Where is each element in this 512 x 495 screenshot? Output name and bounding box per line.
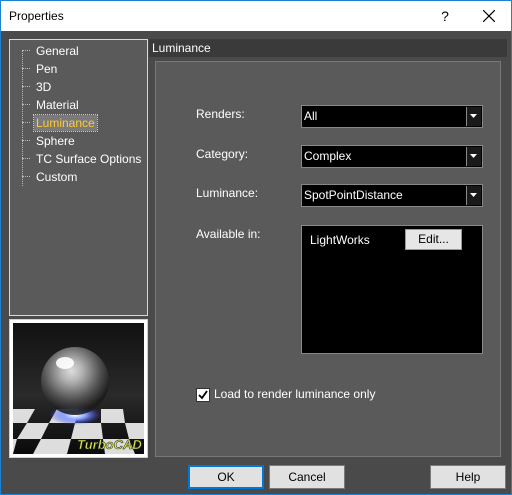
category-value: Complex [304,149,352,163]
material-preview: TurboCAD [9,319,148,458]
tree-connector [22,50,30,51]
tree-item-pen[interactable]: Pen [34,61,59,77]
property-tree: General Pen 3D Material Luminance Sphere… [9,39,148,316]
tree-connector [22,122,30,123]
tree-item-luminance[interactable]: Luminance [33,114,98,132]
renders-select[interactable]: All [301,105,483,128]
available-in-label: Available in: [196,227,261,241]
luminance-select[interactable]: SpotPointDistance [301,184,483,207]
help-button[interactable]: Help [430,465,506,489]
window-title: Properties [9,9,64,23]
tree-item-tc-surface-options[interactable]: TC Surface Options [34,151,143,167]
tree-item-custom[interactable]: Custom [34,169,79,185]
luminance-label: Luminance: [196,186,259,200]
dropdown-arrow-icon[interactable] [466,107,481,126]
checkmark-icon [198,390,208,400]
tree-connector [22,140,30,141]
tree-connector [22,50,24,186]
close-button[interactable] [469,1,509,31]
dropdown-arrow-icon[interactable] [466,147,481,166]
available-in-list[interactable]: LightWorks Edit... [301,225,483,354]
tree-item-general[interactable]: General [34,43,81,59]
page-header: Luminance [149,39,507,57]
page-title: Luminance [152,41,211,55]
renders-value: All [304,109,318,123]
close-icon [483,10,495,22]
renders-label: Renders: [196,107,245,121]
tree-connector [22,158,30,159]
load-luminance-checkbox[interactable] [196,388,210,402]
luminance-value: SpotPointDistance [304,188,403,202]
ok-button[interactable]: OK [188,465,264,489]
tree-item-material[interactable]: Material [34,97,81,113]
tree-connector [22,68,30,69]
load-luminance-label[interactable]: Load to render luminance only [214,387,375,401]
help-title-button[interactable]: ? [433,5,457,27]
category-select[interactable]: Complex [301,145,483,168]
properties-dialog: Properties ? General Pen 3D Material Lum… [0,0,512,495]
tree-item-3d[interactable]: 3D [34,79,53,95]
tree-item-sphere[interactable]: Sphere [34,133,77,149]
tree-connector [22,176,30,177]
title-bar: Properties ? [1,1,511,31]
luminance-panel: Renders: All Category: Complex Luminance… [155,61,501,457]
edit-button[interactable]: Edit... [405,229,462,250]
preview-sphere-image: TurboCAD [13,323,144,454]
tree-connector [22,104,30,105]
category-label: Category: [196,147,249,161]
cancel-button[interactable]: Cancel [269,465,345,489]
available-item-lightworks[interactable]: LightWorks [310,233,370,247]
turbocad-logo-text: TurboCAD [77,437,142,452]
dropdown-arrow-icon[interactable] [466,186,481,205]
tree-connector [22,86,30,87]
preview-render: TurboCAD [13,323,144,454]
